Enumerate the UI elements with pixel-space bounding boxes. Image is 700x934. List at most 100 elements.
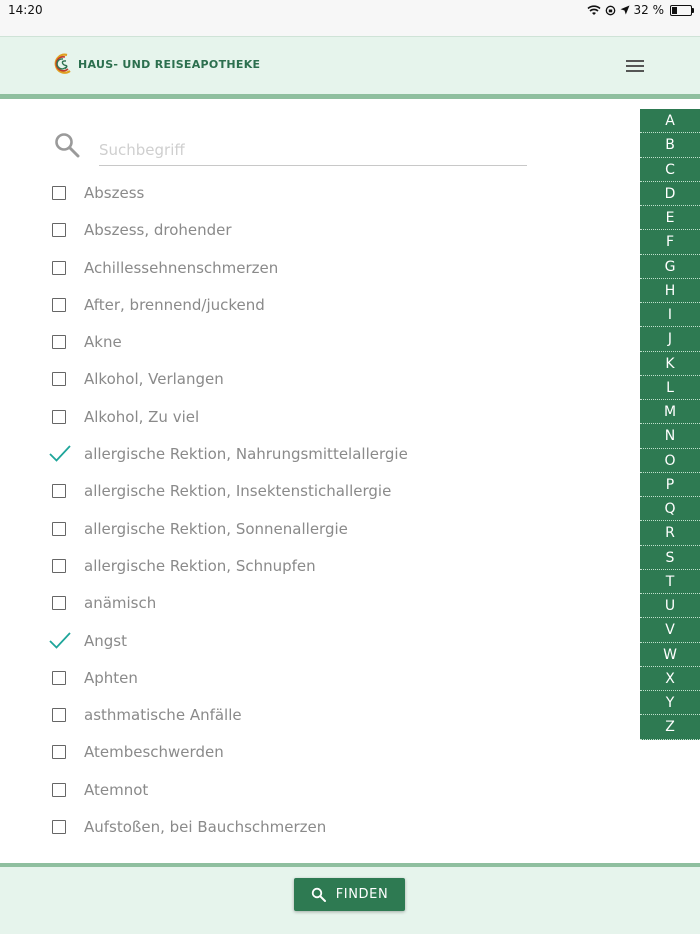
checkbox[interactable]: [52, 186, 66, 200]
symptom-item[interactable]: Angst: [0, 623, 620, 660]
symptom-label: Abszess: [84, 184, 145, 202]
symptom-label: Achillessehnenschmerzen: [84, 258, 279, 277]
alphabet-letter-b[interactable]: B: [640, 133, 700, 158]
header-divider: [0, 94, 700, 99]
checkbox[interactable]: [52, 558, 66, 573]
alphabet-letter-g[interactable]: G: [640, 255, 700, 279]
wifi-icon: [586, 4, 601, 15]
symptom-item[interactable]: After, brennend/juckend: [0, 287, 620, 324]
status-time: 14:20: [8, 3, 43, 17]
symptom-label: Angst: [84, 631, 127, 650]
alphabet-letter-a[interactable]: A: [640, 109, 700, 134]
search-input[interactable]: [99, 135, 527, 166]
symptom-item[interactable]: Aufstoßen, bei Bauchschmerzen: [0, 809, 620, 846]
alphabet-letter-q[interactable]: Q: [640, 497, 700, 522]
alphabet-letter-c[interactable]: C: [640, 158, 700, 182]
symptom-item[interactable]: Atembeschwerden: [0, 734, 620, 771]
alphabet-letter-o[interactable]: O: [640, 449, 700, 473]
alphabet-letter-p[interactable]: P: [640, 473, 700, 497]
symptom-label: Aufstoßen, bei Bauchschmerzen: [84, 818, 327, 837]
symptom-label: anämisch: [84, 594, 157, 613]
symptom-label: Akne: [84, 333, 122, 352]
symptom-label: Abszess, drohender: [84, 221, 232, 240]
checkmark-icon[interactable]: [48, 443, 72, 465]
symptom-item[interactable]: allergische Rektion, Sonnenallergie: [0, 511, 620, 548]
symptom-label: allergische Rektion, Schnupfen: [84, 556, 316, 575]
battery-icon: [670, 4, 694, 16]
battery-percent: 32 %: [633, 3, 665, 17]
symptom-item[interactable]: Abszess: [0, 175, 620, 212]
checkbox[interactable]: [52, 596, 66, 611]
alphabet-index: ABCDEFGHIJKLMNOPQRSTUVWXYZ: [640, 109, 700, 740]
symptom-item[interactable]: Alkohol, Verlangen: [0, 361, 620, 398]
alphabet-letter-h[interactable]: H: [640, 279, 700, 303]
alphabet-letter-d[interactable]: D: [640, 182, 700, 206]
alphabet-letter-w[interactable]: W: [640, 643, 700, 667]
alphabet-letter-n[interactable]: N: [640, 424, 700, 449]
search-icon: [55, 133, 80, 158]
symptom-label: allergische Rektion, Sonnenallergie: [84, 519, 348, 538]
alphabet-letter-z[interactable]: Z: [640, 715, 700, 740]
symptom-item[interactable]: anämisch: [0, 585, 620, 622]
alphabet-letter-e[interactable]: E: [640, 206, 700, 231]
checkbox[interactable]: [52, 521, 66, 536]
checkbox[interactable]: [52, 708, 66, 723]
symptom-label: asthmatische Anfälle: [84, 706, 242, 725]
symptom-list: Abszess Abszess, drohender Achillessehnens…: [0, 175, 620, 846]
alphabet-letter-i[interactable]: I: [640, 303, 700, 328]
checkbox[interactable]: [52, 372, 66, 387]
symptom-item[interactable]: Alkohol, Zu viel: [0, 399, 620, 436]
symptom-item[interactable]: Aphten: [0, 660, 620, 697]
symptom-label: Alkohol, Verlangen: [84, 370, 224, 389]
alphabet-letter-k[interactable]: K: [640, 352, 700, 376]
alphabet-letter-x[interactable]: X: [640, 667, 700, 691]
status-indicators: 32 %: [586, 3, 694, 17]
symptom-label: Atemnot: [84, 780, 149, 799]
hamburger-icon: [626, 60, 644, 62]
checkbox[interactable]: [52, 820, 66, 835]
symptom-item[interactable]: Achillessehnenschmerzen: [0, 250, 620, 287]
checkbox[interactable]: [52, 223, 66, 238]
find-button-label: FINDEN: [335, 887, 389, 902]
alphabet-letter-u[interactable]: U: [640, 594, 700, 619]
status-bar: 14:20 32 %: [0, 0, 700, 36]
checkbox[interactable]: [52, 745, 66, 760]
checkbox[interactable]: [52, 409, 66, 424]
checkbox[interactable]: [52, 484, 66, 499]
symptom-item[interactable]: allergische Rektion, Insektenstichallerg…: [0, 473, 620, 510]
symptom-item[interactable]: Abszess, drohender: [0, 212, 620, 249]
symptom-label: Alkohol, Zu viel: [84, 407, 200, 426]
symptom-label: allergische Rektion, Nahrungsmittelaller…: [84, 445, 408, 464]
location-icon: [620, 5, 629, 15]
alphabet-letter-t[interactable]: T: [640, 570, 700, 594]
search-icon: [311, 887, 326, 902]
checkbox[interactable]: [52, 782, 66, 797]
alphabet-letter-j[interactable]: J: [640, 327, 700, 352]
app-header: HAUS- UND REISEAPOTHEKE: [0, 36, 700, 95]
checkbox[interactable]: [52, 335, 66, 350]
alphabet-letter-f[interactable]: F: [640, 230, 700, 255]
alphabet-letter-s[interactable]: S: [640, 546, 700, 570]
app-logo-icon: [54, 53, 71, 74]
alphabet-letter-m[interactable]: M: [640, 400, 700, 425]
symptom-label: Atembeschwerden: [84, 743, 224, 762]
symptom-item[interactable]: allergische Rektion, Nahrungsmittelaller…: [0, 436, 620, 473]
app-title: HAUS- UND REISEAPOTHEKE: [78, 58, 261, 71]
alphabet-letter-r[interactable]: R: [640, 521, 700, 546]
checkbox[interactable]: [52, 260, 66, 275]
symptom-item[interactable]: Akne: [0, 324, 620, 361]
menu-button[interactable]: [624, 57, 646, 75]
symptom-item[interactable]: asthmatische Anfälle: [0, 697, 620, 734]
symptom-label: After, brennend/juckend: [84, 295, 265, 314]
checkbox[interactable]: [52, 670, 66, 685]
symptom-label: allergische Rektion, Insektenstichallerg…: [84, 482, 392, 501]
alphabet-letter-v[interactable]: V: [640, 618, 700, 643]
symptom-item[interactable]: allergische Rektion, Schnupfen: [0, 548, 620, 585]
alphabet-letter-l[interactable]: L: [640, 376, 700, 400]
alphabet-letter-y[interactable]: Y: [640, 691, 700, 716]
checkbox[interactable]: [52, 297, 66, 312]
footer-bar: FINDEN: [0, 867, 700, 934]
symptom-item[interactable]: Atemnot: [0, 772, 620, 809]
find-button[interactable]: FINDEN: [294, 878, 405, 911]
checkmark-icon[interactable]: [48, 630, 72, 652]
